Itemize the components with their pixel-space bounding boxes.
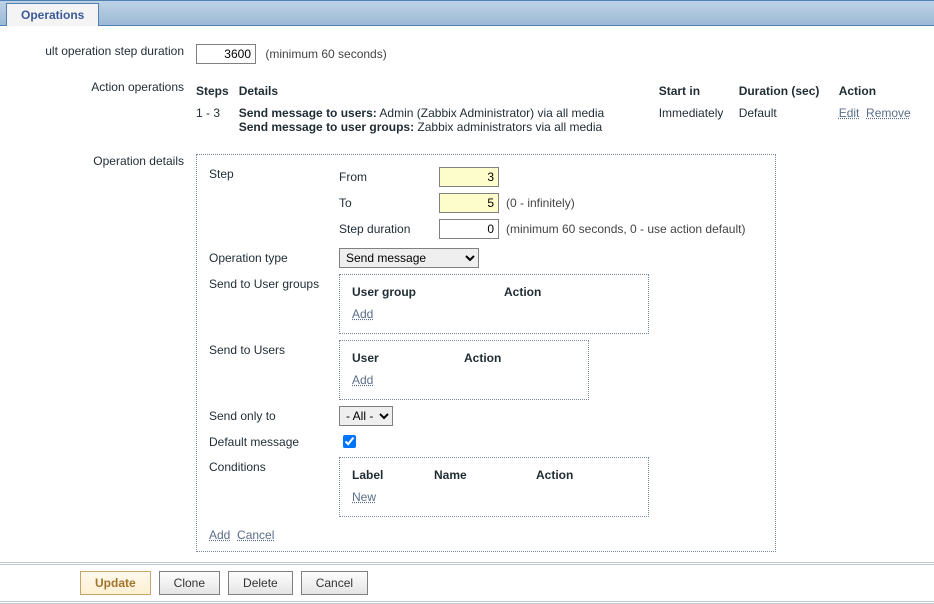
clone-button[interactable]: Clone (159, 571, 220, 595)
send-groups-add-link[interactable]: Add (352, 307, 373, 321)
operation-details-box: Step From T (196, 154, 776, 552)
to-hint: (0 - infinitely) (506, 196, 575, 210)
cell-details: Send message to users: Admin (Zabbix Adm… (239, 104, 659, 138)
send-groups-col-group: User group (352, 283, 502, 303)
send-groups-label: Send to User groups (203, 271, 333, 337)
edit-link[interactable]: Edit (839, 106, 860, 120)
send-only-label: Send only to (203, 403, 333, 429)
send-users-col-action: Action (464, 349, 531, 369)
col-steps: Steps (196, 82, 239, 104)
cell-steps: 1 - 3 (196, 104, 239, 138)
action-operations-table: Steps Details Start in Duration (sec) Ac… (196, 82, 921, 138)
operation-type-select[interactable]: Send message (339, 248, 479, 268)
send-users-box: User Action Add (339, 340, 589, 400)
remove-link[interactable]: Remove (866, 106, 911, 120)
tab-operations[interactable]: Operations (6, 3, 99, 26)
send-groups-box: User group Action Add (339, 274, 649, 334)
step-duration-hint: (minimum 60 seconds, 0 - use action defa… (506, 222, 745, 236)
table-row: 1 - 3 Send message to users: Admin (Zabb… (196, 104, 921, 138)
send-groups-col-action: Action (504, 283, 571, 303)
action-operations-label: Action operations (0, 76, 190, 142)
step-duration-label: Step duration (339, 216, 439, 242)
conditions-box: Label Name Action New (339, 457, 649, 517)
step-duration-input[interactable] (439, 219, 499, 239)
send-users-add-link[interactable]: Add (352, 373, 373, 387)
conditions-label: Conditions (203, 454, 333, 520)
step-label: Step (203, 161, 333, 245)
cond-col-name: Name (434, 466, 534, 486)
delete-button[interactable]: Delete (228, 571, 293, 595)
send-users-col-user: User (352, 349, 462, 369)
conditions-new-link[interactable]: New (352, 490, 376, 504)
default-message-checkbox[interactable] (343, 435, 356, 448)
opdetails-add-link[interactable]: Add (209, 528, 230, 542)
cell-duration: Default (739, 104, 839, 138)
default-step-duration-input[interactable] (196, 44, 256, 64)
operation-details-label: Operation details (0, 150, 190, 556)
col-action: Action (839, 82, 921, 104)
default-message-label: Default message (203, 429, 333, 454)
cancel-button[interactable]: Cancel (301, 571, 368, 595)
cond-col-action: Action (536, 466, 603, 486)
opdetails-cancel-link[interactable]: Cancel (237, 528, 274, 542)
from-input[interactable] (439, 167, 499, 187)
from-label: From (339, 164, 439, 190)
footer-buttons: Update Clone Delete Cancel (0, 562, 934, 604)
col-duration: Duration (sec) (739, 82, 839, 104)
col-details: Details (239, 82, 659, 104)
tab-strip: Operations (0, 0, 934, 26)
operation-type-label: Operation type (203, 245, 333, 271)
cell-start-in: Immediately (659, 104, 739, 138)
send-only-select[interactable]: - All - (339, 406, 393, 426)
default-step-duration-hint: (minimum 60 seconds) (265, 47, 386, 61)
default-step-duration-label: ult operation step duration (0, 40, 190, 68)
send-users-label: Send to Users (203, 337, 333, 403)
cond-col-label: Label (352, 466, 432, 486)
update-button[interactable]: Update (80, 571, 151, 595)
col-start-in: Start in (659, 82, 739, 104)
to-input[interactable] (439, 193, 499, 213)
to-label: To (339, 190, 439, 216)
